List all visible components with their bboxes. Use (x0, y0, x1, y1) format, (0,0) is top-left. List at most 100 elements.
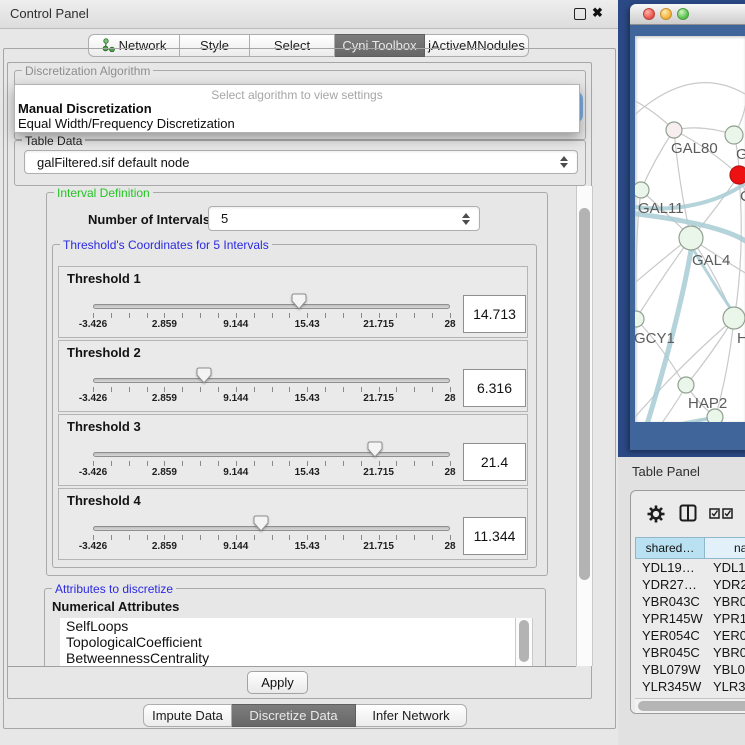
threshold-value-field[interactable]: 21.4 (463, 443, 526, 481)
table-row[interactable]: YBR045CYBR0 (635, 644, 745, 661)
slider-tick (200, 461, 201, 466)
threshold-row-2: Threshold 2 -3.4262.8599.14415.4321.7152… (58, 340, 528, 412)
column-header-name[interactable]: name (704, 537, 745, 559)
slider-tick (147, 535, 148, 540)
slider-scale-number: 21.715 (363, 467, 394, 478)
network-node-ga[interactable] (725, 126, 743, 144)
control-panel-titlebar[interactable]: Control Panel ✖ (0, 0, 618, 29)
slider-tick (396, 387, 397, 392)
network-node-label: GAL80 (671, 140, 718, 157)
apply-button[interactable]: Apply (247, 671, 308, 694)
network-node[interactable] (707, 409, 723, 422)
network-node-gal11[interactable] (635, 182, 649, 198)
network-canvas[interactable]: GAL80GACGAL11GAL4GCY1HHAP2 (635, 36, 745, 422)
close-traffic-light-icon[interactable] (643, 8, 655, 20)
attribute-list-item[interactable]: BetweennessCentrality (60, 650, 515, 666)
minimize-traffic-light-icon[interactable] (660, 8, 672, 20)
interval-definition-group-title: Interval Definition (54, 186, 153, 200)
tab-impute-data[interactable]: Impute Data (143, 704, 232, 727)
slider-tick (361, 461, 362, 466)
table-row[interactable]: YDL19…YDL1 (635, 559, 745, 576)
settings-scroll-viewport: Interval Definition Number of Intervals … (7, 186, 576, 667)
table-row[interactable]: YLR345WYLR3 (635, 678, 745, 695)
select-columns-icon[interactable] (679, 504, 697, 522)
network-node-c[interactable] (730, 166, 745, 184)
network-node-gal80[interactable] (666, 122, 682, 138)
slider-tick (147, 461, 148, 466)
number-of-intervals-combobox[interactable]: 5 (208, 206, 480, 231)
threshold-value-field[interactable]: 14.713 (463, 295, 526, 333)
tab-discretize-data[interactable]: Discretize Data (232, 704, 356, 727)
threshold-slider-thumb[interactable] (367, 441, 383, 458)
slider-tick (93, 313, 94, 318)
close-window-icon[interactable]: ✖ (592, 5, 603, 21)
table-panel-window: Table Panel (618, 457, 745, 745)
network-node-label: GA (736, 146, 745, 163)
threshold-slider-track[interactable] (93, 304, 450, 309)
slider-tick (450, 535, 451, 540)
slider-tick (164, 461, 165, 466)
zoom-traffic-light-icon[interactable] (677, 8, 689, 20)
numerical-attributes-list[interactable]: SelfLoopsTopologicalCoefficientBetweenne… (60, 618, 515, 666)
slider-tick (432, 461, 433, 466)
network-edge (635, 83, 745, 120)
slider-tick (307, 387, 308, 392)
table-hscrollbar[interactable] (635, 698, 745, 713)
slider-scale-number: 28 (444, 467, 455, 478)
table-row[interactable]: YPR145WYPR1 (635, 610, 745, 627)
slider-tick (182, 313, 183, 318)
slider-tick (343, 535, 344, 540)
cell-shared-name: YBL079W (642, 661, 701, 678)
slider-tick (289, 313, 290, 318)
slider-tick (432, 387, 433, 392)
table-data-combobox-value: galFiltered.sif default node (37, 155, 189, 170)
float-window-icon[interactable] (574, 8, 586, 20)
slider-tick (236, 387, 237, 392)
dropdown-option-equal-width-frequency[interactable]: Equal Width/Frequency Discretization (18, 116, 235, 131)
table-row[interactable]: YER054CYER0 (635, 627, 745, 644)
threshold-slider-track[interactable] (93, 526, 450, 531)
settings-scrollbar[interactable] (576, 186, 593, 666)
gear-icon[interactable] (647, 505, 665, 523)
table-row[interactable]: YBR043CYBR0 (635, 593, 745, 610)
network-window-titlebar[interactable] (630, 4, 745, 25)
show-columns-checkboxes-icon[interactable] (709, 508, 735, 519)
attributes-list-scrollbar[interactable] (515, 618, 533, 666)
slider-tick (254, 387, 255, 392)
cell-name: YPR1 (713, 610, 745, 627)
discretization-algorithm-group-title: Discretization Algorithm (22, 64, 153, 78)
attributes-list-scrollbar-thumb[interactable] (519, 620, 529, 662)
column-header-shared-name[interactable]: shared… (635, 537, 705, 559)
threshold-slider-thumb[interactable] (253, 515, 269, 532)
attribute-list-item[interactable]: TopologicalCoefficient (60, 634, 515, 650)
network-node-gcy1[interactable] (635, 311, 644, 327)
slider-scale-number: 2.859 (152, 393, 177, 404)
slider-tick (200, 313, 201, 318)
tab-infer-network[interactable]: Infer Network (356, 704, 467, 727)
threshold-slider-thumb[interactable] (291, 293, 307, 310)
network-node-h[interactable] (723, 307, 745, 329)
threshold-slider-track[interactable] (93, 452, 450, 457)
cell-name: YDL1 (713, 559, 745, 576)
threshold-slider-track[interactable] (93, 378, 450, 383)
network-node-hap2[interactable] (678, 377, 694, 393)
slider-scale-number: -3.426 (79, 467, 107, 478)
table-hscrollbar-thumb[interactable] (638, 701, 745, 711)
slider-tick (93, 461, 94, 466)
table-row[interactable]: YBL079WYBL0 (635, 661, 745, 678)
table-data-combobox[interactable]: galFiltered.sif default node (24, 150, 578, 174)
threshold-slider-thumb[interactable] (196, 367, 212, 384)
table-row[interactable]: YDR27…YDR2 (635, 576, 745, 593)
slider-tick (289, 535, 290, 540)
slider-scale-number: 9.144 (223, 467, 248, 478)
slider-scale-number: 28 (444, 319, 455, 330)
network-node-gal4[interactable] (679, 226, 703, 250)
threshold-value-field[interactable]: 11.344 (463, 517, 526, 555)
threshold-value-field[interactable]: 6.316 (463, 369, 526, 407)
threshold-label: Threshold 1 (67, 271, 141, 286)
slider-tick (164, 535, 165, 540)
attribute-list-item[interactable]: SelfLoops (60, 618, 515, 634)
settings-scrollbar-thumb[interactable] (579, 208, 590, 580)
slider-tick (379, 461, 380, 466)
dropdown-option-manual-discretization[interactable]: Manual Discretization (18, 101, 152, 116)
